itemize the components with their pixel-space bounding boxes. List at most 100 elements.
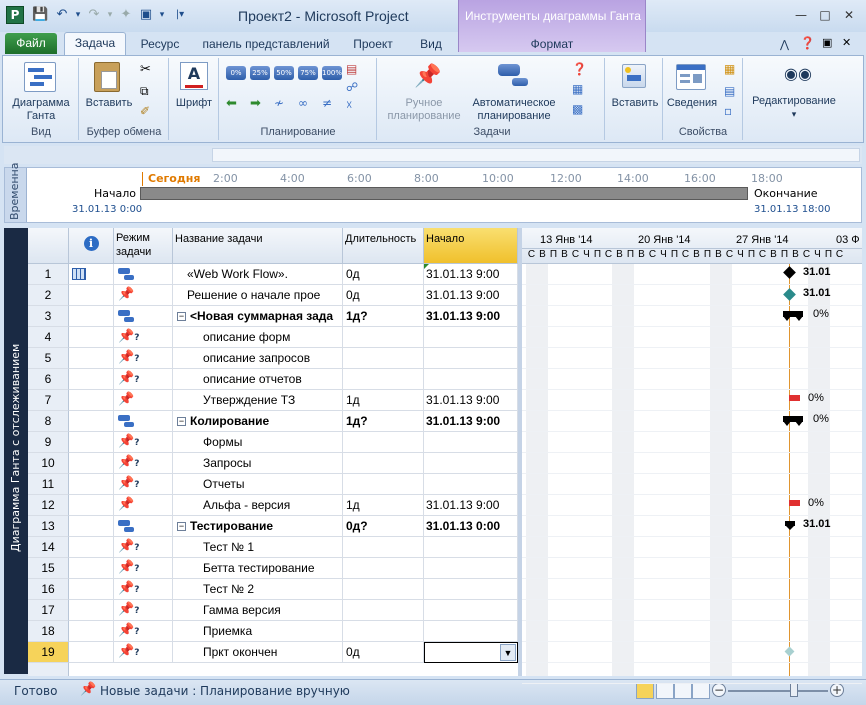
row-id[interactable]: 8 — [28, 411, 69, 432]
start-cell[interactable]: 31.01.13 9:00 — [424, 390, 518, 411]
view-dropdown-icon[interactable]: ▾ — [154, 7, 170, 23]
row-id[interactable]: 4 — [28, 327, 69, 348]
respect-links-icon[interactable]: ≁ — [274, 96, 284, 110]
indicator-cell[interactable] — [69, 411, 114, 432]
row-id[interactable]: 15 — [28, 558, 69, 579]
indicator-cell[interactable] — [69, 264, 114, 285]
help-icon[interactable]: ❓ — [800, 36, 815, 50]
indicator-cell[interactable] — [69, 516, 114, 537]
save-icon[interactable]: 💾 — [32, 7, 48, 23]
editing-button[interactable]: ◉◉ Редактирование ▾ — [746, 60, 842, 124]
start-cell[interactable] — [424, 348, 518, 369]
row-id[interactable]: 5 — [28, 348, 69, 369]
task-name-cell[interactable]: Гамма версия — [173, 600, 343, 621]
customize-qat-icon[interactable]: |▾ — [172, 7, 188, 23]
task-mode-cell[interactable]: 📌? — [114, 600, 173, 621]
ribbon-minimize-icon[interactable]: ⋀ — [780, 38, 789, 51]
tab-file[interactable]: Файл — [5, 33, 57, 54]
task-name-cell[interactable]: Отчеты — [173, 474, 343, 495]
task-mode-cell[interactable]: 📌? — [114, 453, 173, 474]
task-name-cell[interactable]: Бетта тестирование — [173, 558, 343, 579]
add-to-timeline-icon[interactable]: ▫ — [724, 104, 732, 118]
duration-cell[interactable]: 1д — [343, 390, 424, 411]
task-usage-shortcut-icon[interactable] — [656, 683, 674, 699]
zoom-out-icon[interactable]: − — [712, 683, 726, 697]
table-row[interactable]: 14 📌? Тест № 1 — [28, 537, 518, 558]
duration-cell[interactable] — [343, 369, 424, 390]
start-cell[interactable] — [424, 537, 518, 558]
start-cell[interactable] — [424, 558, 518, 579]
row-id[interactable]: 1 — [28, 264, 69, 285]
table-row[interactable] — [28, 663, 518, 676]
status-new-tasks[interactable]: Новые задачи : Планирование вручную — [100, 684, 350, 698]
mark-on-track-icon[interactable]: ▤ — [346, 62, 357, 76]
table-row[interactable]: 12 📌 Альфа - версия 1д 31.01.13 9:00 — [28, 495, 518, 516]
indicator-cell[interactable] — [69, 453, 114, 474]
task-mode-cell[interactable]: 📌? — [114, 432, 173, 453]
task-name-cell[interactable]: Запросы — [173, 453, 343, 474]
task-name-cell[interactable]: − Колирование — [173, 411, 343, 432]
close-icon[interactable]: ✕ — [838, 8, 860, 24]
table-row[interactable]: 19 📌? Пркт окончен 0д ▼ — [28, 642, 518, 663]
tab-format[interactable]: Формат — [512, 34, 592, 54]
indicator-cell[interactable] — [69, 495, 114, 516]
start-cell[interactable] — [424, 369, 518, 390]
zoom-slider[interactable] — [728, 690, 828, 692]
row-id[interactable]: 2 — [28, 285, 69, 306]
resource-sheet-shortcut-icon[interactable] — [692, 683, 710, 699]
duration-cell[interactable]: 1д — [343, 495, 424, 516]
start-cell[interactable] — [424, 327, 518, 348]
maximize-icon[interactable]: □ — [814, 8, 836, 24]
task-name-cell[interactable]: Тест № 1 — [173, 537, 343, 558]
indicator-cell[interactable] — [69, 327, 114, 348]
task-name-cell[interactable]: Решение о начале прое — [173, 285, 343, 306]
zoom-in-icon[interactable]: + — [830, 683, 844, 697]
task-mode-cell[interactable]: 📌? — [114, 369, 173, 390]
collapse-toggle-icon[interactable]: − — [177, 312, 186, 321]
task-mode-cell[interactable]: 📌? — [114, 642, 173, 663]
row-id[interactable]: 11 — [28, 474, 69, 495]
update-icon[interactable]: ☍ — [346, 80, 358, 94]
auto-schedule-button[interactable]: Автоматическое планирование — [468, 60, 560, 124]
start-cell[interactable] — [424, 579, 518, 600]
duration-cell[interactable]: 1д? — [343, 411, 424, 432]
task-name-cell[interactable]: «Web Work Flow». — [173, 264, 343, 285]
task-mode-cell[interactable]: 📌? — [114, 537, 173, 558]
indicator-cell[interactable] — [69, 285, 114, 306]
paste-button[interactable]: Вставить — [82, 60, 136, 124]
tab-resource[interactable]: Ресурс — [134, 34, 186, 54]
redo-icon[interactable]: ↷ — [86, 7, 102, 23]
start-cell[interactable] — [424, 453, 518, 474]
project-app-icon[interactable]: P — [6, 6, 24, 24]
table-row[interactable]: 1 «Web Work Flow». 0д 31.01.13 9:00 — [28, 264, 518, 285]
row-id[interactable]: 9 — [28, 432, 69, 453]
row-id[interactable]: 7 — [28, 390, 69, 411]
task-mode-cell[interactable]: 📌 — [114, 495, 173, 516]
pin-icon[interactable]: ✦ — [118, 7, 134, 23]
font-button[interactable]: A Шрифт — [172, 60, 216, 124]
copy-icon[interactable]: ⧉ — [140, 84, 149, 99]
table-row[interactable]: 7 📌 Утверждение ТЗ 1д 31.01.13 9:00 — [28, 390, 518, 411]
row-id[interactable]: 18 — [28, 621, 69, 642]
task-name-cell[interactable]: описание форм — [173, 327, 343, 348]
duration-cell[interactable]: 0д — [343, 642, 424, 663]
task-mode-cell[interactable] — [114, 306, 173, 327]
start-cell[interactable]: 31.01.13 9:00 — [424, 306, 518, 327]
doc-restore-icon[interactable]: ▣ — [822, 36, 832, 49]
tab-view-panel[interactable]: панель представлений — [196, 34, 336, 54]
header-task-name[interactable]: Название задачи — [173, 228, 343, 264]
task-mode-cell[interactable] — [114, 264, 173, 285]
task-name-cell[interactable]: − <Новая суммарная зада — [173, 306, 343, 327]
minimize-icon[interactable]: — — [790, 8, 812, 24]
indicator-cell[interactable] — [69, 390, 114, 411]
duration-cell[interactable] — [343, 432, 424, 453]
header-id[interactable] — [28, 228, 69, 264]
duration-cell[interactable]: 0д? — [343, 516, 424, 537]
indicator-cell[interactable] — [69, 474, 114, 495]
information-button[interactable]: Сведения — [666, 60, 718, 124]
tab-project[interactable]: Проект — [344, 34, 402, 54]
indicator-cell[interactable] — [69, 537, 114, 558]
tab-view[interactable]: Вид — [410, 34, 452, 54]
percent-100-button[interactable]: 100% — [322, 66, 342, 80]
header-indicators[interactable]: i — [69, 228, 114, 264]
